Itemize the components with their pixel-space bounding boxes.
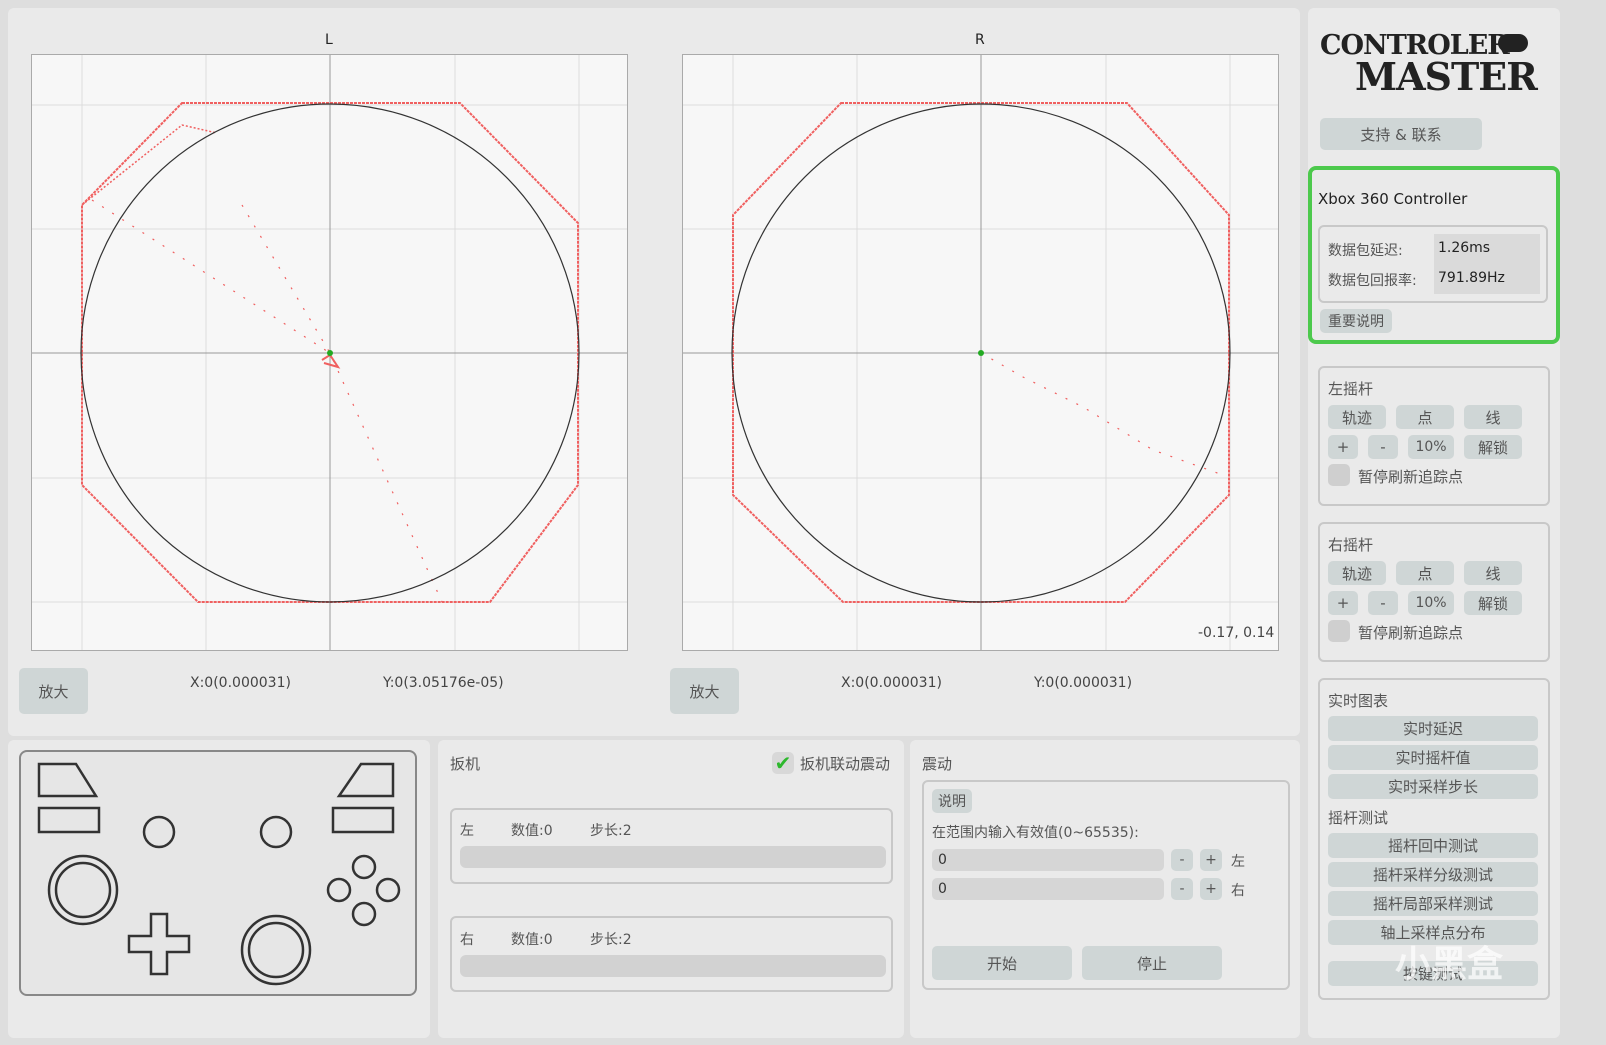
realtime-title: 实时图表 [1328,692,1389,710]
left-zoom-button[interactable]: 放大 [19,668,88,714]
face-button-y-icon [351,854,377,880]
left-vibration-input[interactable]: 0 [932,849,1164,871]
face-button-b-icon [375,877,401,903]
right-trigger-side: 右 [460,932,474,948]
realtime-sample-step-button[interactable]: 实时采样步长 [1328,774,1538,799]
vibration-hint: 在范围内输入有效值(0~65535): [932,825,1139,841]
app-logo: CONTROLER MASTER [1320,30,1540,100]
left-bumper-icon [37,806,101,834]
trigger-vibration-checkbox[interactable]: ✔ [772,752,794,774]
right-stick-plot-svg [683,55,1278,650]
right-percent-field[interactable]: 10% [1408,591,1454,615]
left-trigger-bar [460,846,886,868]
left-trigger-step: 步长:2 [590,823,632,839]
realtime-latency-button[interactable]: 实时延迟 [1328,716,1538,741]
face-button-x-icon [326,877,352,903]
right-y-readout: Y:0(0.000031) [1034,675,1133,691]
gamepad-logo-icon [1498,34,1528,52]
right-stick-title: 右摇杆 [1328,536,1374,554]
right-pause-label: 暂停刷新追踪点 [1358,624,1464,642]
right-stick-icon [240,914,312,986]
right-line-button[interactable]: 线 [1464,561,1522,585]
latency-value: 1.26ms [1434,234,1540,264]
left-trigger-side: 左 [460,823,474,839]
left-stick-plot[interactable] [31,54,628,651]
right-minus-button[interactable]: - [1368,591,1398,615]
support-contact-button[interactable]: 支持 & 联系 [1320,118,1482,150]
vibration-title: 震动 [922,755,953,773]
right-pause-toggle[interactable] [1328,620,1350,642]
right-trigger-bar [460,955,886,977]
left-stick-icon [47,854,119,926]
vibration-help-button[interactable]: 说明 [932,789,972,813]
face-button-a-icon [351,901,377,927]
right-vibration-minus[interactable]: - [1171,878,1193,900]
stick-local-test-button[interactable]: 摇杆局部采样测试 [1328,891,1538,916]
right-vibration-label: 右 [1231,883,1245,899]
right-trigger-icon [336,762,395,798]
left-line-button[interactable]: 线 [1464,405,1522,429]
rate-label: 数据包回报率: [1328,273,1417,289]
right-trail-button[interactable]: 轨迹 [1328,561,1386,585]
trigger-vibration-label: 扳机联动震动 [800,755,891,773]
right-trigger-step: 步长:2 [590,932,632,948]
left-pause-label: 暂停刷新追踪点 [1358,468,1464,486]
left-unlock-button[interactable]: 解锁 [1464,435,1522,459]
trigger-title: 扳机 [450,755,481,773]
logo-line2: MASTER [1355,54,1538,99]
right-point-button[interactable]: 点 [1396,561,1454,585]
stick-grading-test-button[interactable]: 摇杆采样分级测试 [1328,862,1538,887]
watermark: 小黑盒 [1395,944,1504,985]
right-x-readout: X:0(0.000031) [841,675,942,691]
stick-center-test-button[interactable]: 摇杆回中测试 [1328,833,1538,858]
left-stick-plot-svg [32,55,627,650]
vibration-stop-button[interactable]: 停止 [1082,946,1222,980]
left-center-dot [327,350,333,356]
left-vibration-label: 左 [1231,854,1245,870]
left-vibration-plus[interactable]: + [1200,849,1222,871]
rate-value: 791.89Hz [1434,264,1540,294]
right-zoom-button[interactable]: 放大 [670,668,739,714]
left-x-readout: X:0(0.000031) [190,675,291,691]
latency-label: 数据包延迟: [1328,243,1403,259]
right-plot-title: R [975,32,985,48]
stick-test-title: 摇杆测试 [1328,809,1389,827]
right-plus-button[interactable]: + [1328,591,1358,615]
left-plot-title: L [325,32,333,48]
dpad-icon [127,912,191,976]
right-vibration-input[interactable]: 0 [932,878,1164,900]
start-button-icon [259,815,293,849]
trigger-panel [438,740,904,1038]
controller-diagram [19,750,417,996]
back-button-icon [142,815,176,849]
right-trigger-value: 数值:0 [511,932,553,948]
right-cursor-readout: -0.17, 0.14 [1198,625,1275,641]
device-name: Xbox 360 Controller [1318,190,1468,208]
right-stick-plot[interactable]: -0.17, 0.14 [682,54,1279,651]
left-pause-toggle[interactable] [1328,464,1350,486]
left-trigger-value: 数值:0 [511,823,553,839]
left-stick-title: 左摇杆 [1328,380,1374,398]
realtime-stick-value-button[interactable]: 实时摇杆值 [1328,745,1538,770]
right-vibration-plus[interactable]: + [1200,878,1222,900]
important-notice-button[interactable]: 重要说明 [1320,309,1392,333]
left-plus-button[interactable]: + [1328,435,1358,459]
left-point-button[interactable]: 点 [1396,405,1454,429]
right-trigger-group [450,916,893,992]
left-trigger-icon [37,762,99,798]
left-minus-button[interactable]: - [1368,435,1398,459]
left-vibration-minus[interactable]: - [1171,849,1193,871]
right-unlock-button[interactable]: 解锁 [1464,591,1522,615]
right-center-dot [978,350,984,356]
right-bumper-icon [331,806,395,834]
controller-diagram-svg [37,762,401,986]
left-percent-field[interactable]: 10% [1408,435,1454,459]
left-trail-button[interactable]: 轨迹 [1328,405,1386,429]
left-y-readout: Y:0(3.05176e-05) [383,675,504,691]
vibration-start-button[interactable]: 开始 [932,946,1072,980]
